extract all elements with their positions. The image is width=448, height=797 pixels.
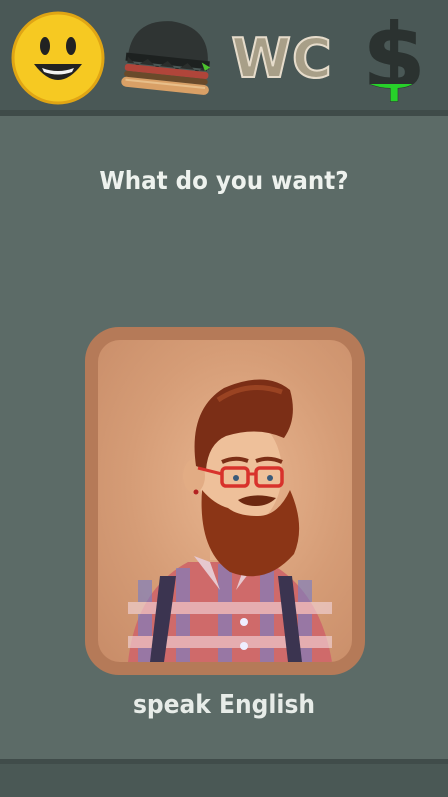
question-prompt: What do you want?: [99, 166, 349, 195]
wc-label: WC: [230, 26, 333, 91]
game-screen: WC $ $ What do you want? speak English: [0, 0, 448, 797]
burger-icon[interactable]: [118, 8, 218, 108]
card-image: [98, 340, 352, 662]
card-caption: speak English: [132, 690, 316, 720]
bottom-bar: [0, 759, 448, 797]
bearded-hipster-portrait: [128, 379, 332, 662]
category-bar: WC $ $: [0, 0, 448, 116]
wc-icon[interactable]: WC: [230, 8, 334, 108]
answer-card[interactable]: [85, 327, 365, 675]
smiley-face-icon[interactable]: [8, 8, 108, 108]
dollar-icon[interactable]: $ $: [344, 8, 444, 108]
